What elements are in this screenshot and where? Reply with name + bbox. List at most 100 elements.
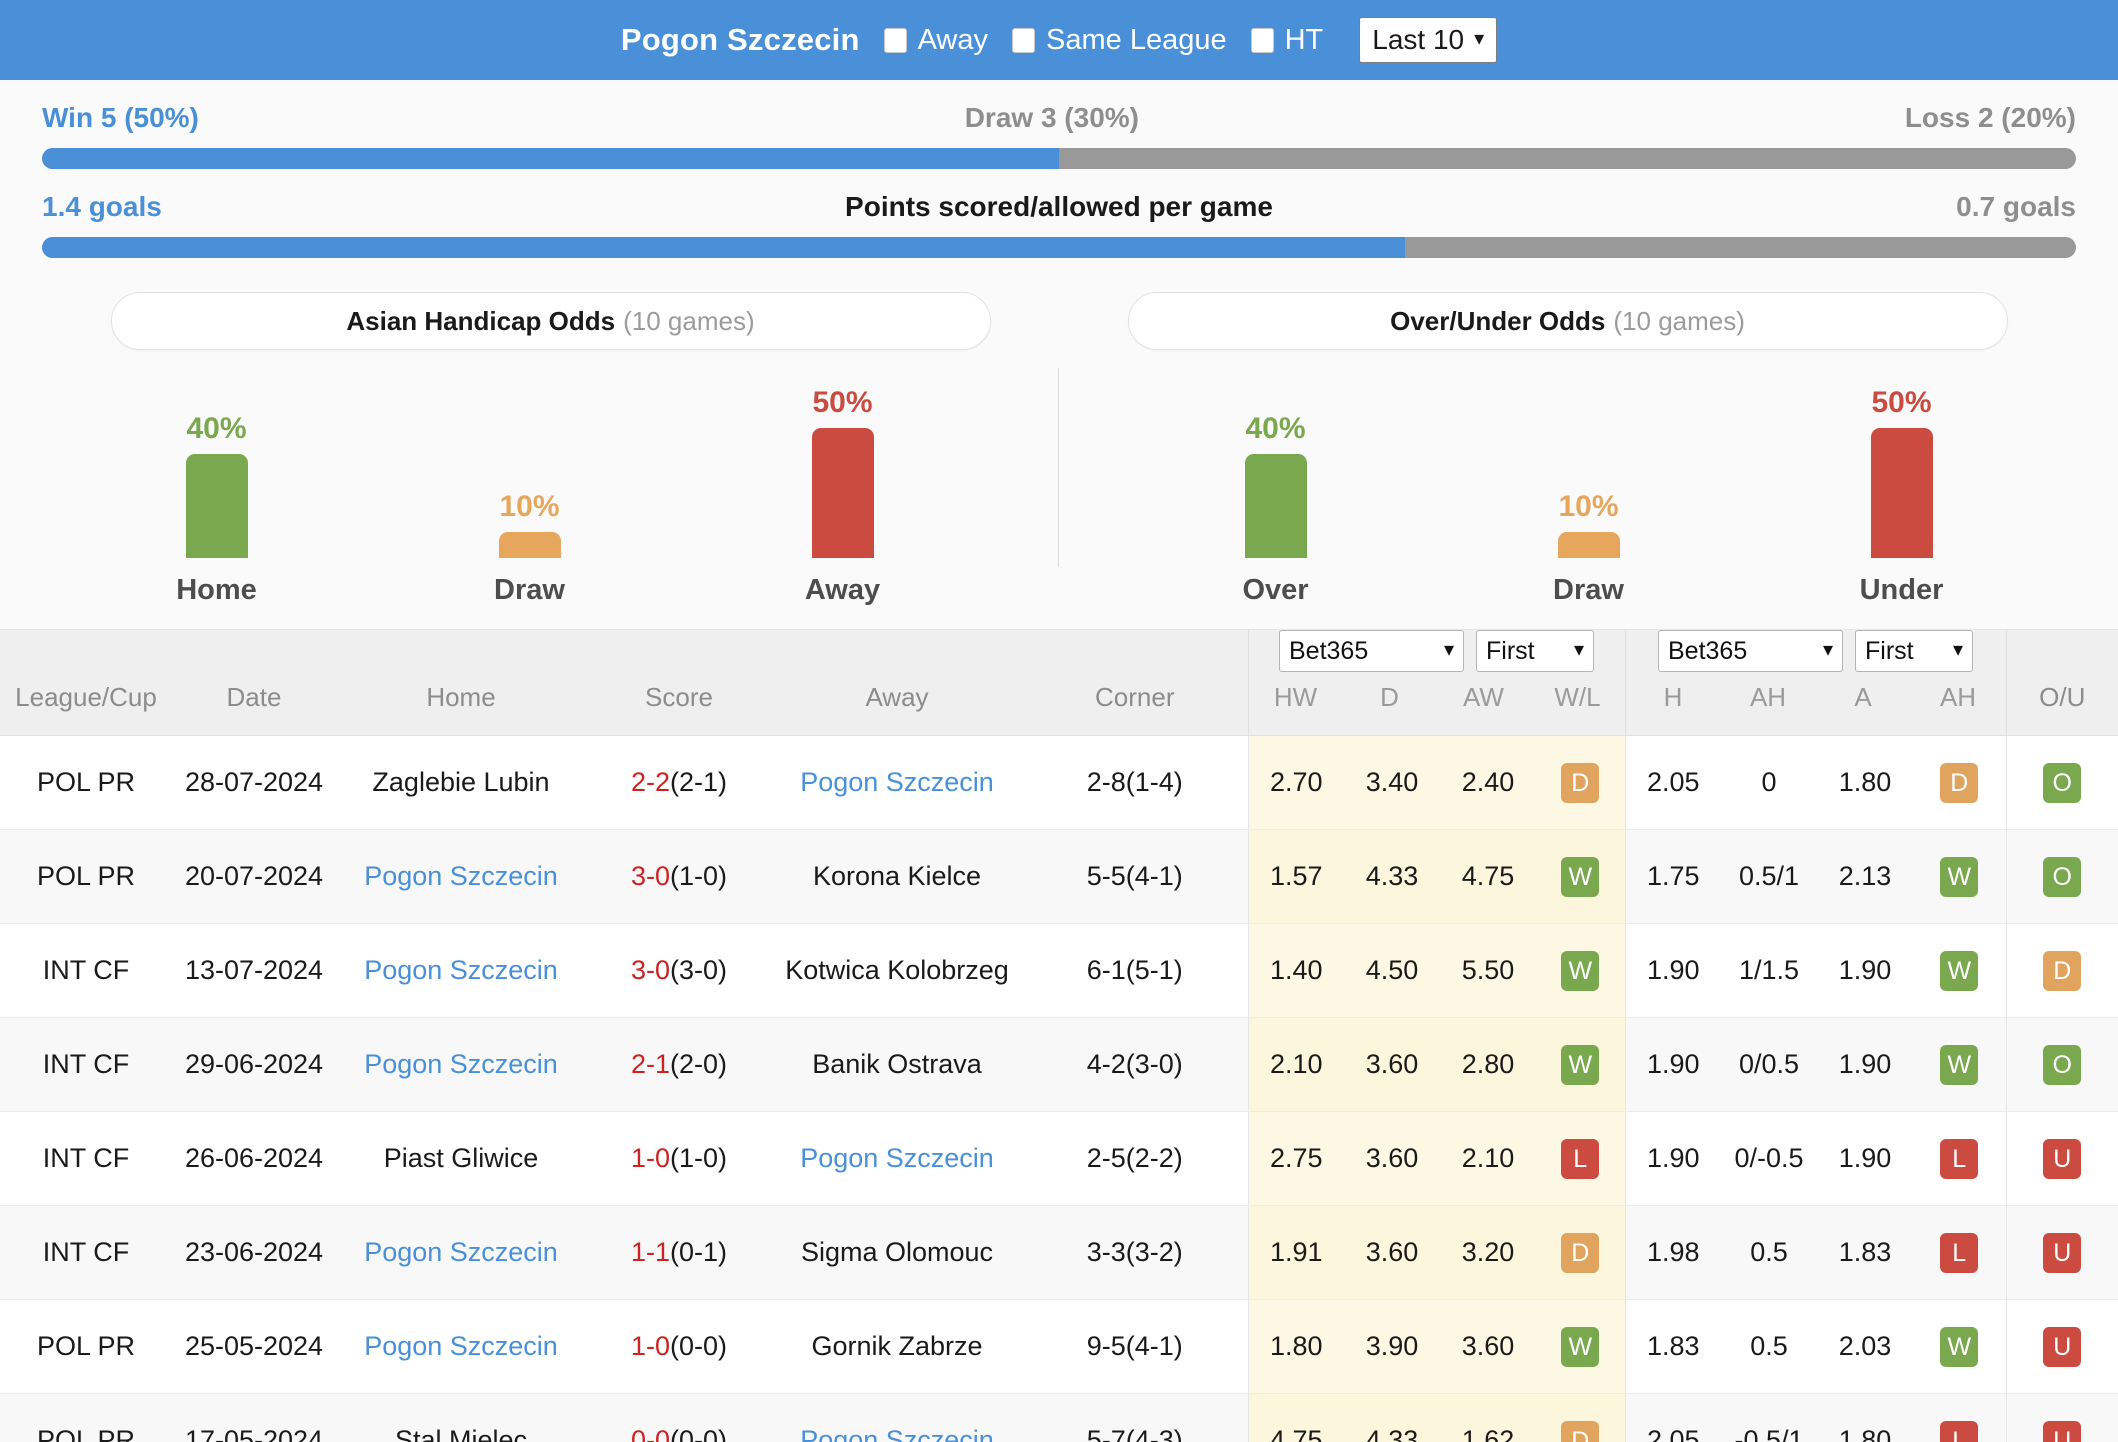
tab-over-under-title: Over/Under Odds xyxy=(1390,305,1606,336)
away-team-name: Korona Kielce xyxy=(812,861,982,891)
cell-ah-result: W xyxy=(1913,923,2006,1018)
percentage-charts: 40% Home 10% Draw 50% Away 40% Over 10% Draw 50% U… xyxy=(0,368,2118,607)
cell-ou: U xyxy=(2005,1205,2118,1300)
cell-aw: 5.50 xyxy=(1440,923,1536,1018)
cell-home: Pogon Szczecin xyxy=(336,923,586,1018)
same-league-label: Same League xyxy=(1046,23,1227,56)
cell-a: 1.80 xyxy=(1817,1393,1913,1442)
cell-ah-line: 0/-0.5 xyxy=(1721,1111,1817,1206)
bar-rect-draw xyxy=(1557,532,1620,558)
cell-ah-result: W xyxy=(1913,1299,2006,1394)
score-halftime: (2-1) xyxy=(670,767,728,797)
chevron-down-icon: ▾ xyxy=(1474,28,1485,50)
chevron-down-icon: ▾ xyxy=(1443,639,1454,661)
filter-ht[interactable]: HT xyxy=(1250,24,1323,57)
cell-away: Sigma Olomouc xyxy=(772,1205,1022,1300)
ah-phase-select[interactable]: First ▾ xyxy=(1476,630,1594,672)
cell-home: Piast Gliwice xyxy=(336,1111,586,1206)
table-row[interactable]: INT CF 26-06-2024 Piast Gliwice 1-0(1-0) Pog… xyxy=(0,1111,2118,1206)
home-team-link[interactable]: Pogon Szczecin xyxy=(364,861,558,891)
cell-d: 4.33 xyxy=(1344,829,1440,924)
table-row[interactable]: INT CF 29-06-2024 Pogon Szczecin 2-1(2-0) Ba… xyxy=(0,1017,2118,1112)
cell-h: 2.05 xyxy=(1624,1393,1721,1442)
bar-label-away: Away xyxy=(804,574,881,606)
tab-asian-handicap-odds[interactable]: Asian Handicap Odds (10 games) xyxy=(110,292,991,350)
result-badge-ou: O xyxy=(2043,856,2082,897)
result-badge-ah: D xyxy=(1940,762,1979,803)
bar-value-draw: 10% xyxy=(1558,490,1619,523)
chart-over-under: 40% Over 10% Draw 50% Under xyxy=(1059,386,2118,607)
cell-corner: 5-7(4-3) xyxy=(1022,1393,1248,1442)
cell-a: 2.03 xyxy=(1817,1299,1913,1394)
cell-ou: O xyxy=(2005,829,2118,924)
away-team-name: Gornik Zabrze xyxy=(811,1331,983,1361)
away-team-link[interactable]: Pogon Szczecin xyxy=(800,1143,994,1173)
home-team-link[interactable]: Pogon Szczecin xyxy=(364,1049,558,1079)
score-fulltime: 2-2 xyxy=(630,767,670,797)
filter-away[interactable]: Away xyxy=(883,23,988,57)
bar-label-over: Over xyxy=(1242,574,1309,606)
ah-bookmaker-select[interactable]: Bet365 ▾ xyxy=(1279,630,1464,672)
ou-bookmaker-select[interactable]: Bet365 ▾ xyxy=(1658,630,1843,672)
home-team-link[interactable]: Pogon Szczecin xyxy=(364,955,558,985)
cell-a: 1.80 xyxy=(1817,735,1913,830)
col-score: Score xyxy=(586,629,772,736)
tab-over-under-odds[interactable]: Over/Under Odds (10 games) xyxy=(1127,292,2008,350)
result-badge-ou: O xyxy=(2043,762,2082,803)
result-badge-ah: L xyxy=(1940,1420,1979,1442)
range-select-value: Last 10 xyxy=(1372,24,1465,55)
points-row: 1.4 goals Points scored/allowed per game… xyxy=(42,169,2076,258)
filter-same-league[interactable]: Same League xyxy=(1012,24,1227,57)
table-row[interactable]: POL PR 28-07-2024 Zaglebie Lubin 2-2(2-1) Po… xyxy=(0,735,2118,830)
away-label: Away xyxy=(917,23,988,56)
cell-aw: 2.40 xyxy=(1440,735,1536,830)
table-row[interactable]: POL PR 20-07-2024 Pogon Szczecin 3-0(1-0) Ko… xyxy=(0,829,2118,924)
result-badge-ou: U xyxy=(2043,1232,2082,1273)
cell-league: INT CF xyxy=(0,1017,172,1112)
table-row[interactable]: INT CF 23-06-2024 Pogon Szczecin 1-1(0-1) Si… xyxy=(0,1205,2118,1300)
ht-checkbox[interactable] xyxy=(1250,27,1274,53)
ou-phase-select[interactable]: First ▾ xyxy=(1855,630,1973,672)
table-row[interactable]: INT CF 13-07-2024 Pogon Szczecin 3-0(3-0) Ko… xyxy=(0,923,2118,1018)
ou-phase-value: First xyxy=(1865,636,1914,665)
table-row[interactable]: POL PR 25-05-2024 Pogon Szczecin 1-0(0-0) Go… xyxy=(0,1299,2118,1394)
result-badge-wl: W xyxy=(1561,1326,1600,1367)
away-team-link[interactable]: Pogon Szczecin xyxy=(800,767,994,797)
away-team-link[interactable]: Pogon Szczecin xyxy=(800,1425,994,1442)
cell-a: 1.90 xyxy=(1817,1017,1913,1112)
col-aw: AW xyxy=(1463,682,1504,712)
same-league-checkbox[interactable] xyxy=(1012,27,1035,53)
cell-home: Pogon Szczecin xyxy=(336,1299,586,1394)
bar-value-under: 50% xyxy=(1871,386,1932,419)
home-team-link[interactable]: Pogon Szczecin xyxy=(364,1237,558,1267)
bar-label-draw: Draw xyxy=(494,574,565,606)
score-halftime: (1-0) xyxy=(670,1143,728,1173)
score-fulltime: 0-0 xyxy=(630,1425,670,1442)
table-row[interactable]: POL PR 17-05-2024 Stal Mielec 0-0(0-0) Pogon… xyxy=(0,1393,2118,1442)
cell-score: 3-0(1-0) xyxy=(586,829,772,924)
cell-away: Gornik Zabrze xyxy=(772,1299,1022,1394)
cell-ah-result: L xyxy=(1913,1111,2006,1206)
cell-ah-result: W xyxy=(1913,829,2006,924)
home-team-link[interactable]: Pogon Szczecin xyxy=(364,1331,558,1361)
cell-hw: 2.70 xyxy=(1247,735,1344,830)
cell-home: Stal Mielec xyxy=(336,1393,586,1442)
cell-wl: W xyxy=(1536,829,1625,924)
result-badge-wl: L xyxy=(1561,1138,1600,1179)
cell-ah-result: L xyxy=(1913,1205,2006,1300)
result-badge-ah: L xyxy=(1940,1138,1979,1179)
points-bar xyxy=(42,237,2076,258)
col-h: H xyxy=(1663,682,1683,712)
range-select[interactable]: Last 10 ▾ xyxy=(1359,17,1498,63)
cell-a: 1.83 xyxy=(1817,1205,1913,1300)
cell-wl: W xyxy=(1536,923,1625,1018)
chart-asian-handicap: 40% Home 10% Draw 50% Away xyxy=(0,368,1059,607)
away-checkbox[interactable] xyxy=(883,27,907,53)
col-d: D xyxy=(1380,682,1399,712)
result-badge-ah: W xyxy=(1940,1326,1979,1367)
points-bar-fill xyxy=(42,237,1405,258)
bar-label-home: Home xyxy=(176,574,257,606)
cell-d: 4.50 xyxy=(1344,923,1440,1018)
result-badge-wl: W xyxy=(1561,950,1600,991)
home-team-name: Piast Gliwice xyxy=(383,1143,539,1173)
